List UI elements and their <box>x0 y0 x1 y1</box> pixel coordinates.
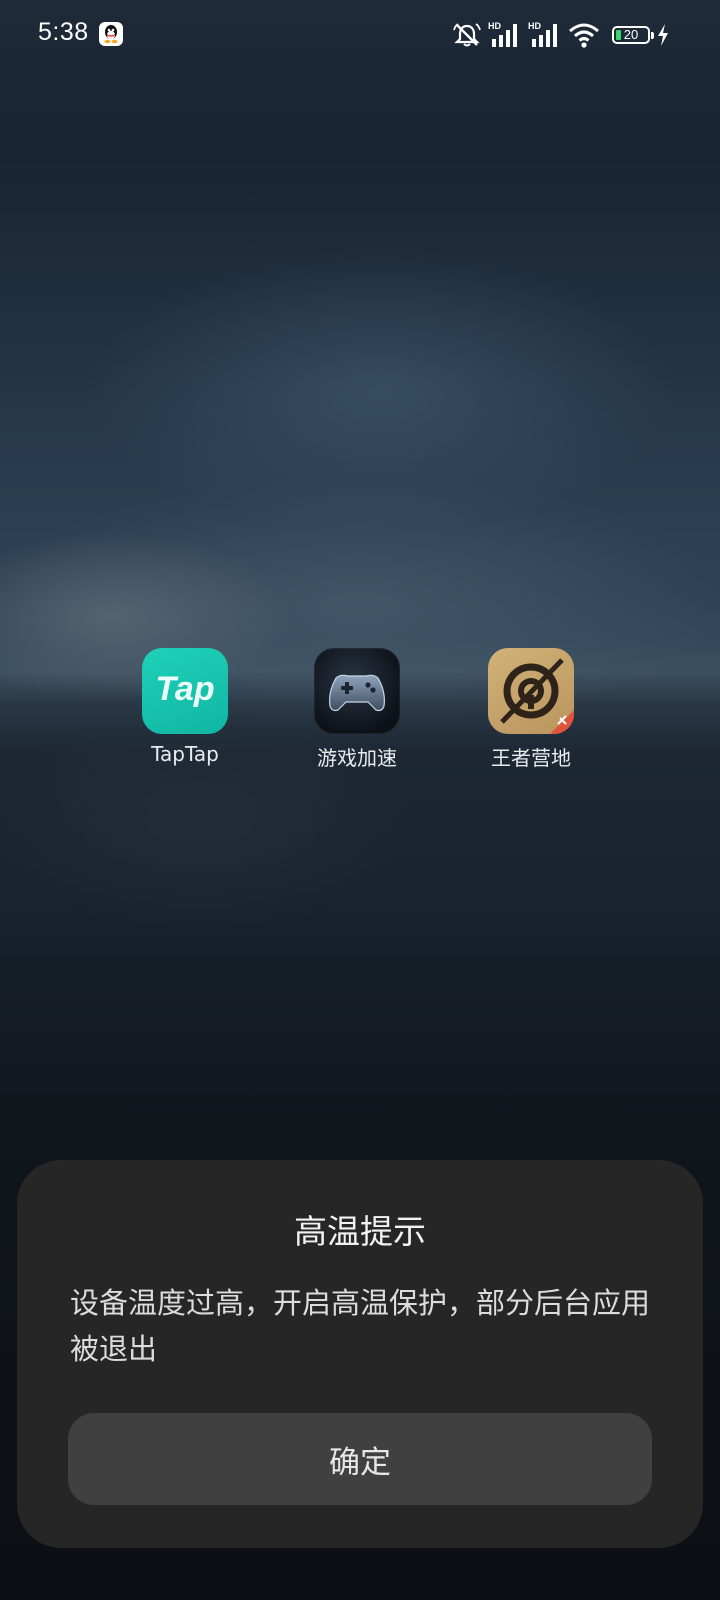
dialog-message: 设备温度过高，开启高温保护，部分后台应用被退出 <box>70 1286 651 1366</box>
app-label-taptap: TapTap <box>151 742 219 766</box>
battery-level: 20 <box>623 27 639 42</box>
svg-text:HD: HD <box>488 21 501 31</box>
taptap-icon[interactable]: Tap <box>142 648 228 734</box>
status-icons: HD HD 20 <box>452 20 670 50</box>
dialog-title: 高温提示 <box>294 1212 426 1251</box>
app-label-game-booster: 游戏加速 <box>317 746 397 770</box>
gamepad-glyph <box>329 674 385 712</box>
wangzhe-camp-glyph <box>500 658 574 734</box>
home-screen: 5:38 HD HD 20 Tap TapTap 游戏加速 王者营地 高温提示 … <box>0 0 720 1600</box>
confirm-button[interactable]: 确定 <box>68 1413 652 1505</box>
app-taptap[interactable]: Tap TapTap <box>125 648 245 766</box>
taptap-logo-text: Tap <box>155 670 215 708</box>
status-time: 5:38 <box>38 18 89 46</box>
signal-hd-2-icon: HD <box>528 21 557 47</box>
qq-icon <box>99 22 123 46</box>
app-wangzhe-camp[interactable]: 王者营地 <box>471 648 591 771</box>
charging-icon <box>658 24 668 46</box>
app-game-booster[interactable]: 游戏加速 <box>297 648 417 771</box>
battery-icon: 20 <box>612 26 654 44</box>
status-bar: 5:38 HD HD 20 <box>0 0 720 70</box>
app-label-wangzhe-camp: 王者营地 <box>491 746 571 770</box>
wifi-icon <box>569 23 599 48</box>
mute-icon <box>453 23 481 47</box>
gamepad-icon[interactable] <box>314 648 400 734</box>
high-temperature-dialog: 高温提示 设备温度过高，开启高温保护，部分后台应用被退出 确定 <box>17 1160 703 1548</box>
signal-hd-1-icon: HD <box>488 21 517 47</box>
wangzhe-camp-icon[interactable] <box>488 648 574 734</box>
svg-text:HD: HD <box>528 21 541 31</box>
